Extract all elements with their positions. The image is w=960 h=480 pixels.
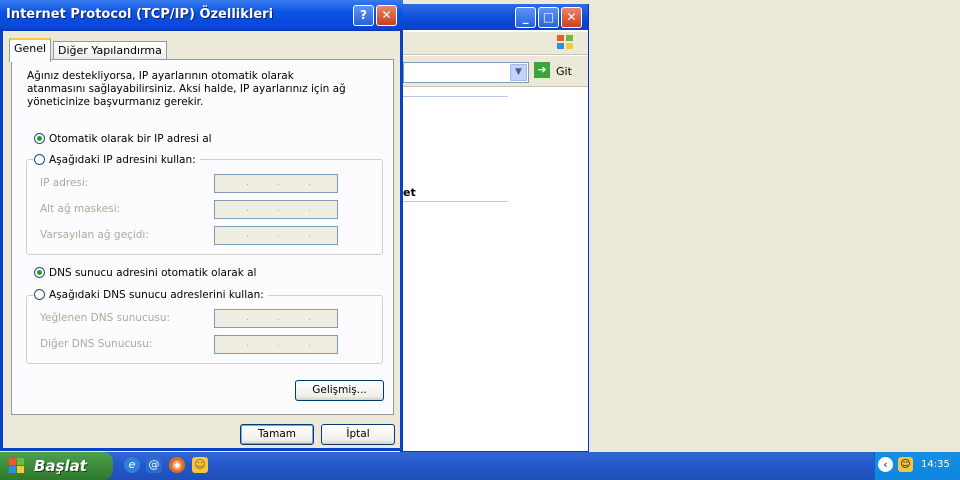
divider: [401, 201, 508, 202]
help-button[interactable]: ?: [353, 5, 374, 26]
intro-text: Ağınız destekliyorsa, IP ayarlarının oto…: [27, 70, 346, 108]
advanced-button[interactable]: Gelişmiş...: [295, 380, 384, 401]
dns-manual-label: Aşağıdaki DNS sunucu adreslerini kullan:: [49, 289, 264, 301]
partial-heading: et: [403, 186, 416, 199]
subnet-mask-field[interactable]: ...: [214, 200, 338, 219]
chevron-left-icon[interactable]: ‹: [878, 457, 893, 472]
internet-explorer-icon[interactable]: e: [124, 457, 140, 473]
tcpip-properties-dialog: Internet Protocol (TCP/IP) Özellikleri ?…: [0, 0, 403, 451]
ip-manual-label: Aşağıdaki IP adresini kullan:: [49, 154, 196, 166]
dns-manual-radio[interactable]: Aşağıdaki DNS sunucu adreslerini kullan:: [34, 289, 268, 302]
preferred-dns-label: Yeğlenen DNS sunucusu:: [40, 312, 171, 324]
alternate-dns-label: Diğer DNS Sunucusu:: [40, 338, 153, 350]
tab-diger-yapilandirma[interactable]: Diğer Yapılandırma: [53, 41, 167, 60]
messenger-icon[interactable]: ☺: [192, 457, 208, 473]
clock[interactable]: 14:35: [921, 459, 950, 470]
radio-unselected-icon: [34, 289, 45, 300]
background-titlebar: _ □ ✕: [401, 4, 588, 30]
close-button[interactable]: ✕: [561, 7, 582, 28]
alternate-dns-field[interactable]: ...: [214, 335, 338, 354]
background-window: _ □ ✕ ▼ ➔ Git et: [400, 4, 589, 452]
start-button[interactable]: Başlat: [0, 452, 113, 480]
dns-auto-radio[interactable]: DNS sunucu adresini otomatik olarak al: [34, 267, 256, 280]
go-arrow-icon[interactable]: ➔: [534, 62, 550, 78]
windows-logo-icon: [557, 35, 575, 51]
minimize-button[interactable]: _: [515, 7, 536, 28]
chevron-down-icon[interactable]: ▼: [510, 64, 527, 81]
windows-flag-icon: [9, 458, 25, 474]
go-button[interactable]: Git: [556, 65, 572, 78]
cancel-button[interactable]: İptal: [321, 424, 395, 445]
divider: [401, 96, 508, 97]
maximize-button[interactable]: □: [538, 7, 559, 28]
preferred-dns-field[interactable]: ...: [214, 309, 338, 328]
ip-auto-label: Otomatik olarak bir IP adresi al: [49, 133, 212, 145]
close-button[interactable]: ✕: [376, 5, 397, 26]
notification-icon[interactable]: ☺: [898, 457, 913, 472]
dialog-titlebar: Internet Protocol (TCP/IP) Özellikleri ?…: [0, 0, 403, 31]
default-gateway-field[interactable]: ...: [214, 226, 338, 245]
taskbar: Başlat e @ ◉ ☺ ‹ ☺ 14:35: [0, 452, 960, 480]
ip-manual-radio[interactable]: Aşağıdaki IP adresini kullan:: [34, 154, 200, 167]
firefox-icon[interactable]: ◉: [169, 457, 185, 473]
ip-auto-radio[interactable]: Otomatik olarak bir IP adresi al: [34, 133, 212, 146]
dns-auto-label: DNS sunucu adresini otomatik olarak al: [49, 267, 257, 279]
address-input[interactable]: ▼: [403, 62, 529, 83]
start-label: Başlat: [34, 457, 87, 475]
subnet-mask-label: Alt ağ maskesi:: [40, 203, 121, 215]
ip-address-label: IP adresi:: [40, 177, 89, 189]
menu-bar: [401, 32, 588, 55]
radio-selected-icon: [34, 267, 45, 278]
radio-selected-icon: [34, 133, 45, 144]
system-tray: ‹ ☺ 14:35: [874, 452, 960, 480]
ok-button[interactable]: Tamam: [240, 424, 314, 445]
address-bar: ▼ ➔ Git: [401, 56, 588, 87]
general-tab-panel: Ağınız destekliyorsa, IP ayarlarının oto…: [11, 59, 394, 415]
tab-genel[interactable]: Genel: [9, 38, 52, 62]
default-gateway-label: Varsayılan ağ geçidi:: [40, 229, 149, 241]
dialog-title: Internet Protocol (TCP/IP) Özellikleri: [6, 7, 274, 22]
ip-address-field[interactable]: ...: [214, 174, 338, 193]
radio-unselected-icon: [34, 154, 45, 165]
outlook-express-icon[interactable]: @: [146, 457, 162, 473]
